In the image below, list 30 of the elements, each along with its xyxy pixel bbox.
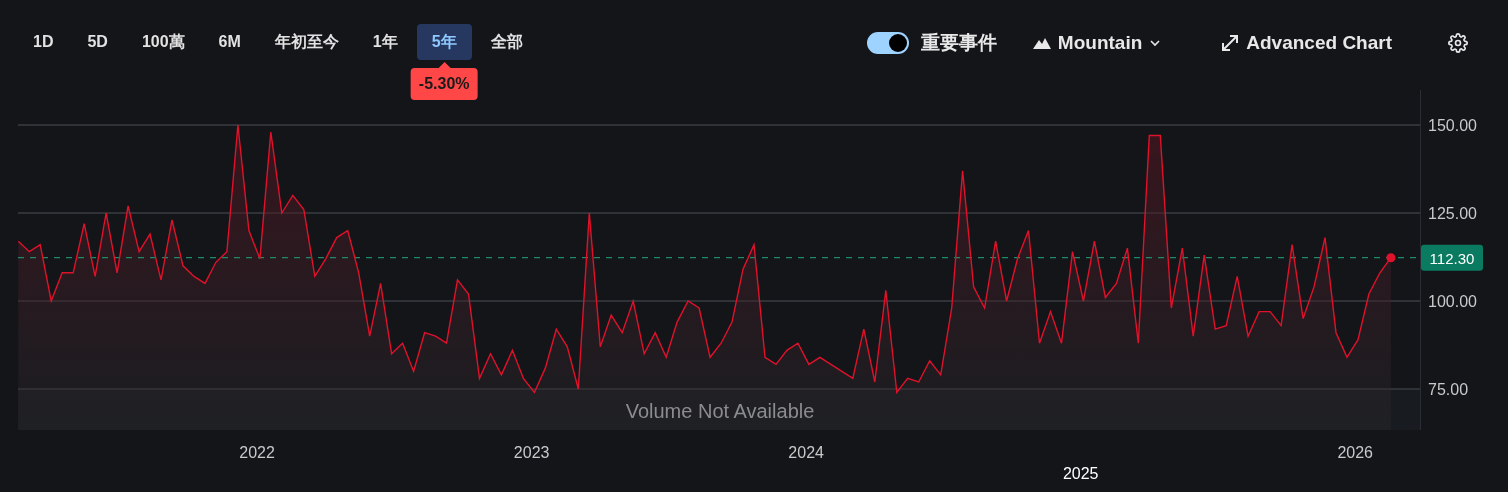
axis-label: 2024 bbox=[788, 444, 824, 461]
expand-icon bbox=[1221, 34, 1240, 52]
axis-label: 2023 bbox=[513, 444, 550, 461]
axis-label: 75.00 bbox=[1428, 381, 1469, 398]
last-point-dot bbox=[1386, 253, 1396, 263]
range-tab[interactable]: 100萬 bbox=[126, 24, 200, 60]
settings-icon[interactable] bbox=[1448, 33, 1468, 53]
chevron-down-icon bbox=[1149, 37, 1162, 49]
price-badge: 112.30 bbox=[1421, 244, 1483, 271]
chart-type-dropdown[interactable]: Mountain bbox=[1032, 32, 1162, 54]
range-tab[interactable]: 全部 bbox=[475, 24, 538, 60]
axis-label: 2026 bbox=[1337, 444, 1373, 461]
range-tab[interactable]: 年初至今 bbox=[259, 24, 354, 60]
advanced-chart-button[interactable]: Advanced Chart bbox=[1221, 32, 1392, 54]
mountain-icon bbox=[1032, 37, 1051, 49]
range-tab[interactable]: 5年 bbox=[416, 24, 472, 60]
axis-label: 125.00 bbox=[1428, 205, 1477, 222]
events-toggle[interactable] bbox=[866, 32, 909, 54]
axis-label: 100.00 bbox=[1428, 293, 1477, 310]
range-tab[interactable]: 1年 bbox=[357, 24, 413, 60]
badge-pointer bbox=[438, 62, 451, 68]
range-tab[interactable]: 6M bbox=[203, 24, 256, 60]
volume-note: Volume Not Available bbox=[625, 400, 815, 422]
toggle-label: 重要事件 bbox=[920, 31, 997, 55]
date-label: 2025 bbox=[1062, 465, 1099, 482]
range-tab[interactable]: 1D bbox=[18, 24, 69, 60]
axis-label: 150.00 bbox=[1428, 117, 1477, 134]
ref-line-label: 112.30 bbox=[1429, 249, 1475, 267]
axis-label: 2022 bbox=[239, 444, 275, 461]
range-tab[interactable]: 5D bbox=[72, 24, 123, 60]
